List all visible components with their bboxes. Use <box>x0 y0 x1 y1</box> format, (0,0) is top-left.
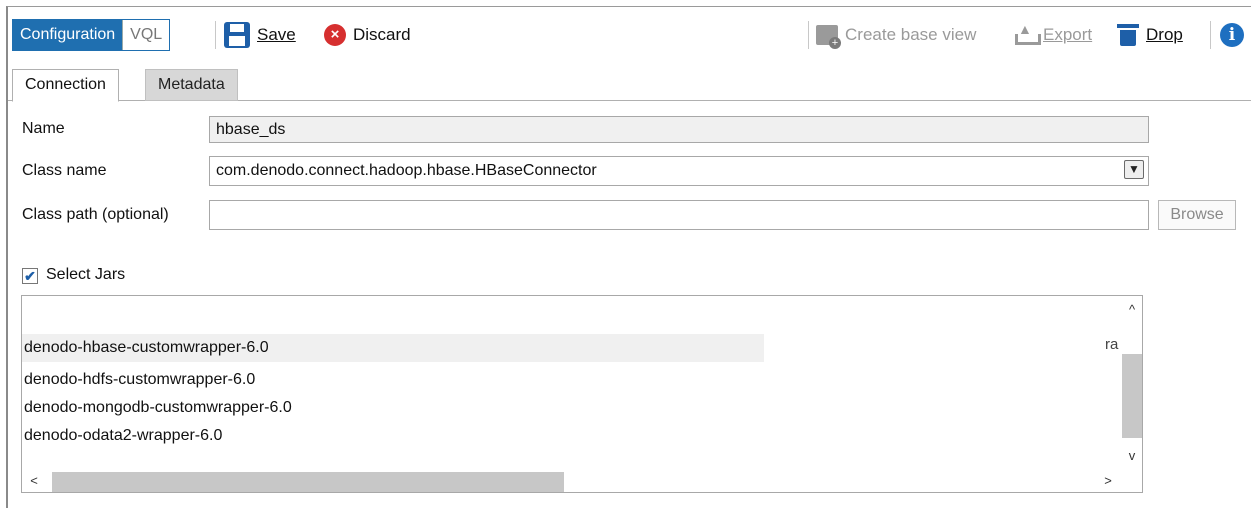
scroll-up-icon[interactable]: ^ <box>1122 302 1142 317</box>
toolbar-separator <box>808 21 809 49</box>
truncated-text: ra <box>1105 336 1119 353</box>
tab-connection[interactable]: Connection <box>12 69 119 102</box>
discard-icon: × <box>324 24 346 46</box>
save-icon <box>224 22 250 48</box>
name-field[interactable]: hbase_ds <box>209 116 1149 143</box>
vql-mode-button[interactable]: VQL <box>122 20 170 50</box>
class-path-input[interactable] <box>209 200 1149 230</box>
data-source-panel: Configuration VQL Save × Discard Create … <box>6 6 1251 508</box>
horizontal-scrollbar[interactable]: < > <box>22 472 1124 492</box>
dropdown-arrow-icon[interactable]: ▼ <box>1124 160 1144 179</box>
class-path-label: Class path (optional) <box>22 206 169 223</box>
info-button[interactable]: i <box>1220 21 1244 49</box>
class-name-value: com.denodo.connect.hadoop.hbase.HBaseCon… <box>216 162 597 179</box>
vertical-scroll-thumb[interactable] <box>1122 354 1142 438</box>
create-base-view-icon <box>816 25 841 49</box>
tab-bar: Connection Metadata <box>8 65 1251 102</box>
horizontal-scroll-thumb[interactable] <box>52 472 564 492</box>
export-icon <box>1014 21 1041 45</box>
drop-label: Drop <box>1146 25 1183 44</box>
list-item[interactable]: denodo-mongodb-customwrapper-6.0 <box>22 394 292 422</box>
class-name-label: Class name <box>22 162 107 179</box>
name-label: Name <box>22 120 65 137</box>
toolbar-separator <box>1210 21 1211 49</box>
drop-button[interactable]: Drop <box>1117 21 1183 49</box>
export-button[interactable]: Export <box>1014 21 1092 49</box>
list-item[interactable]: denodo-hbase-customwrapper-6.0 <box>22 334 764 362</box>
scroll-right-icon[interactable]: > <box>1098 473 1118 488</box>
vertical-scrollbar[interactable]: ^ v <box>1122 296 1142 474</box>
tab-metadata[interactable]: Metadata <box>145 69 238 101</box>
scroll-left-icon[interactable]: < <box>24 473 44 488</box>
discard-button[interactable]: × Discard <box>324 21 411 49</box>
list-item[interactable]: denodo-odata2-wrapper-6.0 <box>22 422 222 450</box>
drop-icon <box>1117 23 1139 47</box>
save-label: Save <box>257 25 296 44</box>
browse-button[interactable]: Browse <box>1158 200 1236 230</box>
scroll-down-icon[interactable]: v <box>1122 448 1142 463</box>
jar-list[interactable]: denodo-hbase-customwrapper-6.0 denodo-hd… <box>21 295 1143 493</box>
create-base-view-button[interactable]: Create base view <box>816 21 976 49</box>
export-label: Export <box>1043 25 1093 44</box>
list-item[interactable]: denodo-hdfs-customwrapper-6.0 <box>22 366 255 394</box>
configuration-mode-button[interactable]: Configuration <box>13 20 123 50</box>
discard-label: Discard <box>353 25 411 44</box>
info-icon: i <box>1220 23 1244 47</box>
class-name-select[interactable]: com.denodo.connect.hadoop.hbase.HBaseCon… <box>209 156 1149 186</box>
select-jars-label: Select Jars <box>46 266 126 283</box>
toolbar: Configuration VQL Save × Discard Create … <box>8 7 1251 65</box>
select-jars-checkbox[interactable]: ✔ <box>22 268 38 284</box>
save-button[interactable]: Save <box>224 21 296 49</box>
mode-switch: Configuration VQL <box>12 19 171 51</box>
create-base-view-label: Create base view <box>845 25 977 44</box>
toolbar-separator <box>215 21 216 49</box>
